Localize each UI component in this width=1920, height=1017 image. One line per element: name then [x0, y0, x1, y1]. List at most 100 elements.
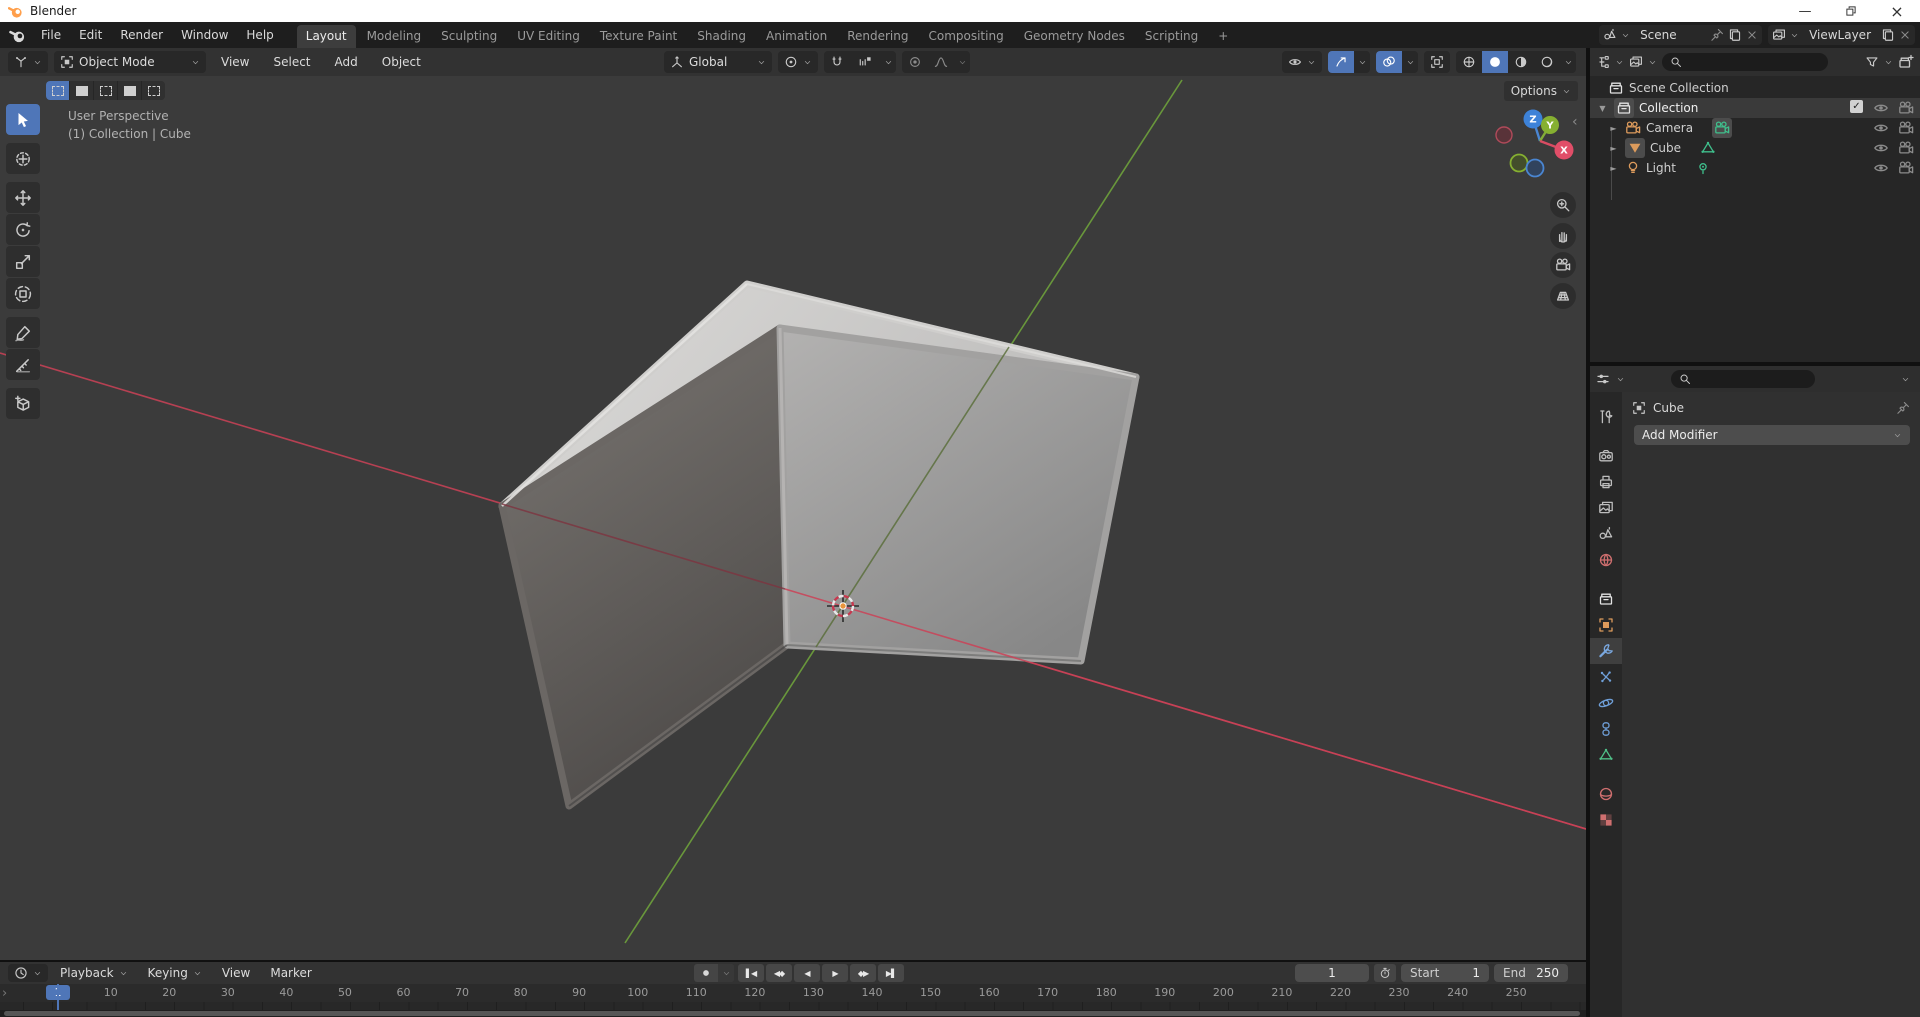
workspace-tab-modeling[interactable]: Modeling	[358, 25, 431, 48]
gizmos-dropdown[interactable]	[1354, 51, 1370, 73]
properties-tab-world[interactable]	[1590, 547, 1622, 573]
disable-render-camera-icon[interactable]	[1898, 120, 1914, 136]
restore-button[interactable]	[1828, 0, 1874, 22]
add-modifier-button[interactable]: Add Modifier	[1634, 425, 1910, 445]
blender-menu-icon[interactable]	[9, 27, 26, 44]
camera-view-button[interactable]	[1550, 252, 1576, 278]
menu-view[interactable]: View	[212, 55, 258, 69]
chevron-down-icon[interactable]	[1615, 58, 1624, 67]
axis-neg-z[interactable]	[1527, 160, 1544, 177]
select-mode-subtract[interactable]	[94, 81, 118, 100]
workspace-tab-shading[interactable]: Shading	[688, 25, 755, 48]
menu-help[interactable]: Help	[237, 22, 282, 48]
properties-tab-collection[interactable]	[1590, 586, 1622, 612]
outliner-row-collection[interactable]: ▼Collection✓	[1590, 98, 1920, 118]
hide-viewport-eye-icon[interactable]	[1873, 140, 1889, 156]
shading-wireframe-button[interactable]	[1456, 51, 1482, 73]
tool-rotate[interactable]	[6, 214, 40, 245]
properties-tab-view-layer[interactable]	[1590, 495, 1622, 521]
mode-selector[interactable]: Object Mode	[54, 51, 206, 73]
selectable-checkbox[interactable]: ✓	[1850, 100, 1863, 113]
visibility-selector[interactable]	[1282, 51, 1322, 73]
unlink-scene-icon[interactable]	[1746, 29, 1758, 41]
menu-marker[interactable]: Marker	[262, 966, 319, 980]
shading-dropdown[interactable]	[1560, 51, 1576, 73]
tool-cursor[interactable]	[6, 143, 40, 174]
tool-add-cube[interactable]	[6, 388, 40, 419]
workspace-tab-geometry-nodes[interactable]: Geometry Nodes	[1015, 25, 1134, 48]
tool-measure[interactable]	[6, 349, 40, 380]
keying-dropdown[interactable]	[718, 964, 734, 982]
snap-toggle[interactable]	[824, 51, 850, 73]
disable-render-camera-icon[interactable]	[1898, 160, 1914, 176]
outliner-item-label[interactable]: Camera	[1646, 121, 1693, 135]
hide-viewport-eye-icon[interactable]	[1873, 160, 1889, 176]
outliner-search-input[interactable]	[1662, 53, 1828, 71]
cube-object[interactable]	[502, 284, 1136, 806]
properties-options-dropdown[interactable]	[1901, 375, 1910, 384]
tool-tweak-select[interactable]	[6, 104, 40, 135]
disclosure-closed-icon[interactable]: ►	[1607, 124, 1620, 133]
tool-scale[interactable]	[6, 246, 40, 277]
hide-viewport-eye-icon[interactable]	[1873, 120, 1889, 136]
xray-toggle[interactable]	[1424, 51, 1450, 73]
current-frame-field[interactable]: 1	[1295, 964, 1369, 982]
editor-type-selector[interactable]	[8, 51, 48, 73]
axis-neg-y[interactable]	[1511, 155, 1528, 172]
properties-tab-physics[interactable]	[1590, 690, 1622, 716]
overlays-toggle[interactable]	[1376, 51, 1402, 73]
play-reverse-button[interactable]: ◀	[794, 964, 820, 982]
jump-to-end-button[interactable]: ▶▌	[878, 964, 904, 982]
workspace-tab-add[interactable]: +	[1209, 25, 1237, 48]
menu-edit[interactable]: Edit	[70, 22, 111, 48]
perspective-toggle-button[interactable]	[1550, 283, 1576, 309]
properties-tab-texture[interactable]	[1590, 807, 1622, 833]
timeline-ruler[interactable]: 1102030405060708090100110120130140150160…	[0, 984, 1586, 1002]
menu-add[interactable]: Add	[326, 55, 367, 69]
scrollbar-thumb[interactable]	[4, 1011, 1580, 1016]
shading-material-button[interactable]	[1508, 51, 1534, 73]
filter-icon[interactable]	[1865, 55, 1879, 69]
zoom-button[interactable]	[1550, 192, 1576, 218]
shading-rendered-button[interactable]	[1534, 51, 1560, 73]
menu-window[interactable]: Window	[172, 22, 237, 48]
sidebar-collapse-arrow[interactable]: ‹	[1572, 114, 1578, 130]
workspace-tab-texture-paint[interactable]: Texture Paint	[591, 25, 686, 48]
outliner-row-scene-collection[interactable]: Scene Collection	[1590, 78, 1920, 98]
proportional-edit-toggle[interactable]	[902, 51, 928, 73]
camera-data-icon[interactable]	[1712, 118, 1732, 138]
outliner-editor-icon[interactable]	[1596, 55, 1610, 69]
workspace-tab-layout[interactable]: Layout	[297, 25, 356, 48]
menu-render[interactable]: Render	[111, 22, 172, 48]
previous-keyframe-button[interactable]: ◀◆	[766, 964, 792, 982]
snap-options-dropdown[interactable]	[880, 51, 896, 73]
outliner-item-label[interactable]: Cube	[1650, 141, 1681, 155]
mesh-data-icon[interactable]	[1700, 140, 1716, 156]
display-mode-icon[interactable]	[1629, 55, 1643, 69]
menu-file[interactable]: File	[32, 22, 70, 48]
properties-tab-particles[interactable]	[1590, 664, 1622, 690]
menu-keying[interactable]: Keying	[140, 966, 210, 980]
gizmos-toggle[interactable]	[1328, 51, 1354, 73]
properties-tab-tool[interactable]	[1590, 404, 1622, 430]
timeline-track[interactable]	[0, 1002, 1586, 1010]
end-frame-field[interactable]: End 250	[1494, 964, 1568, 982]
select-mode-set[interactable]	[46, 81, 70, 100]
record-button[interactable]	[694, 967, 718, 979]
properties-search-input[interactable]	[1671, 370, 1815, 388]
properties-tab-scene[interactable]	[1590, 521, 1622, 547]
transform-orientation-selector[interactable]: Global	[664, 51, 772, 73]
tool-transform[interactable]	[6, 278, 40, 309]
properties-tab-render[interactable]	[1590, 443, 1622, 469]
play-button[interactable]: ▶	[822, 964, 848, 982]
shading-solid-button[interactable]	[1482, 51, 1508, 73]
timeline-scrollbar[interactable]	[0, 1010, 1586, 1017]
overlays-dropdown[interactable]	[1402, 51, 1418, 73]
properties-tab-modifiers[interactable]	[1590, 638, 1622, 664]
viewport-canvas[interactable]: Options User Perspective (1) Collection …	[0, 76, 1586, 960]
properties-editor-icon[interactable]	[1596, 372, 1610, 386]
scene-name[interactable]: Scene	[1634, 28, 1706, 42]
minimize-button[interactable]: —	[1782, 0, 1828, 22]
viewlayer-name[interactable]: ViewLayer	[1803, 28, 1877, 42]
tool-annotate[interactable]	[6, 317, 40, 348]
